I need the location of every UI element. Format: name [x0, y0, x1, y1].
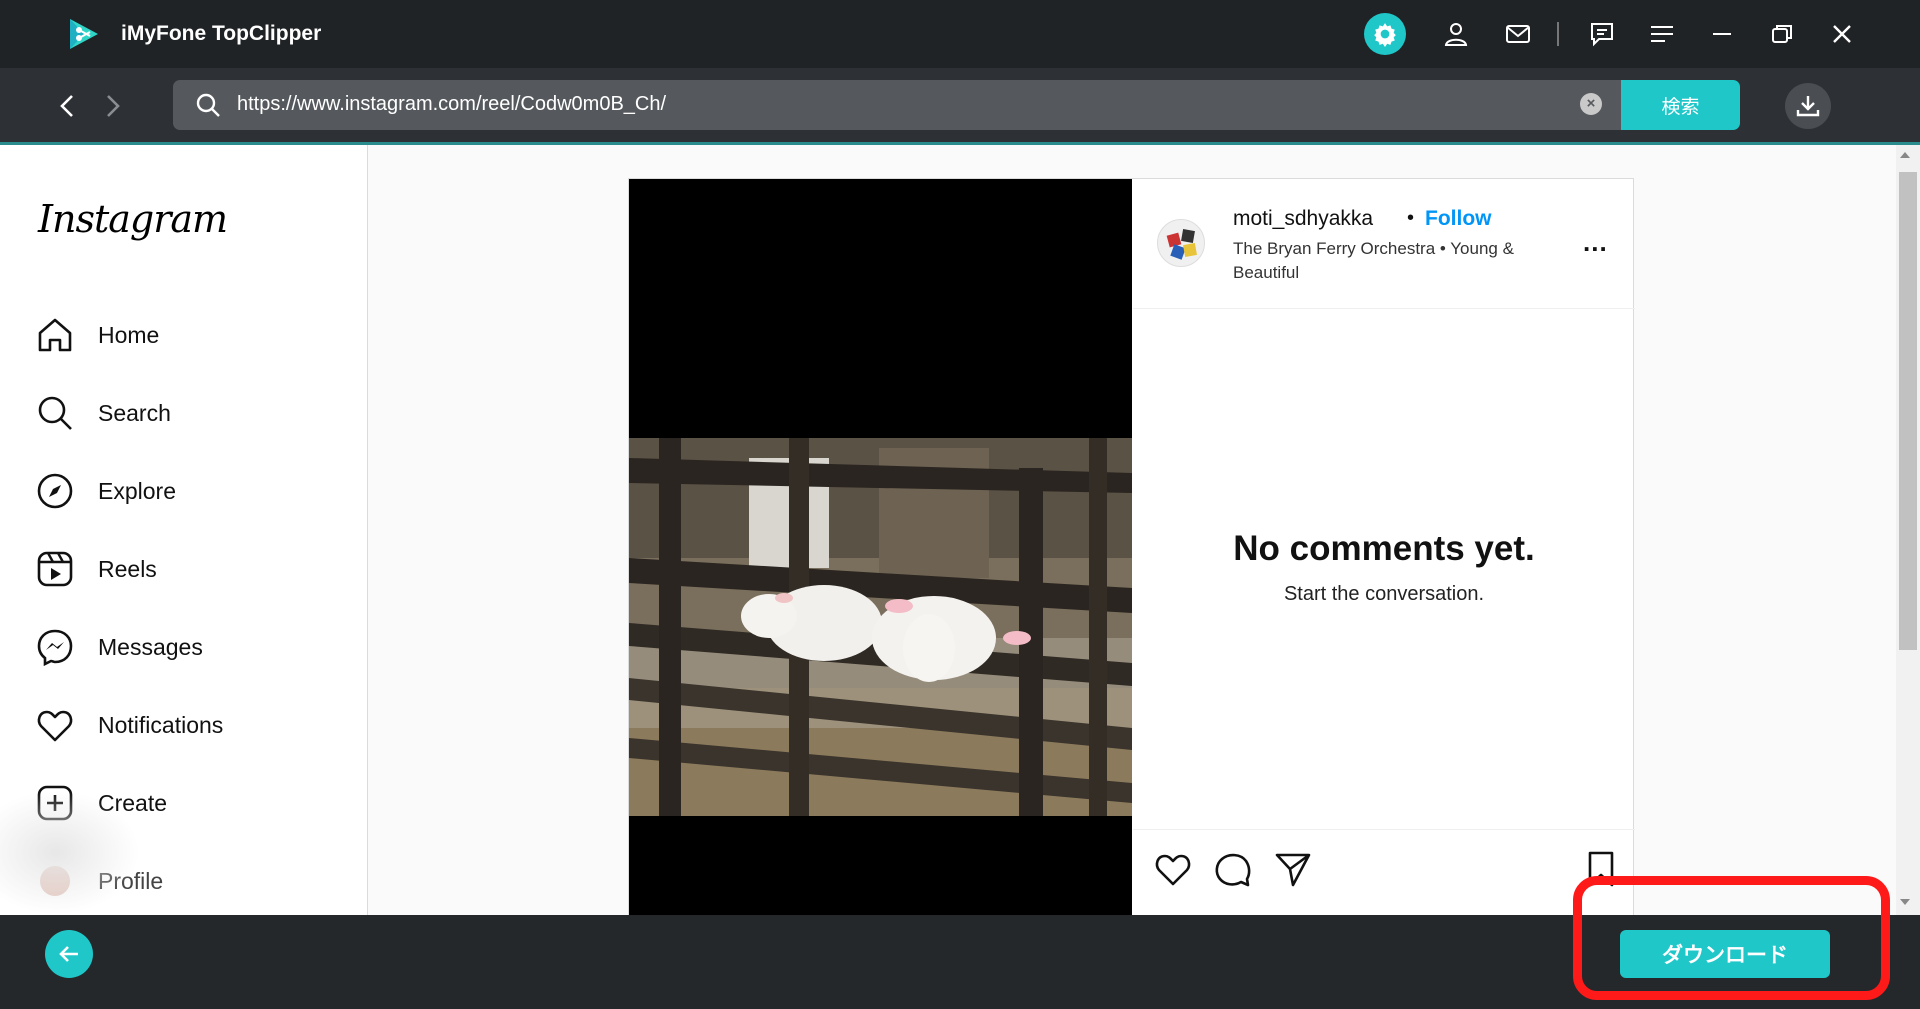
chevron-right-icon: [107, 95, 120, 117]
sidebar-item-label: Messages: [98, 633, 203, 660]
app-title: iMyFone TopClipper: [121, 22, 322, 45]
sidebar-item-home[interactable]: Home: [36, 307, 356, 363]
instagram-logo[interactable]: Instagram: [38, 197, 228, 241]
minimize-icon: [1713, 33, 1731, 35]
search-icon: [38, 396, 72, 430]
minimize-button[interactable]: [1702, 14, 1742, 54]
restore-button[interactable]: [1762, 14, 1802, 54]
forward-nav-button[interactable]: [92, 86, 132, 126]
scroll-up-arrow-icon[interactable]: [1900, 152, 1910, 158]
scrollbar-thumb[interactable]: [1899, 172, 1917, 650]
chevron-left-icon: [60, 95, 73, 117]
reel-video[interactable]: [629, 179, 1132, 915]
user-icon: [1444, 23, 1468, 46]
sidebar-item-label: Notifications: [98, 711, 224, 738]
post-header: moti_sdhyakka • Follow The Bryan Ferry O…: [1133, 179, 1635, 309]
audio-track[interactable]: The Bryan Ferry Orchestra • Young & Beau…: [1233, 237, 1543, 285]
app-logo-icon: [70, 19, 98, 49]
messenger-icon: [37, 629, 73, 666]
download-icon: [1796, 96, 1820, 117]
back-nav-button[interactable]: [48, 86, 88, 126]
title-bar: iMyFone TopClipper: [0, 0, 1920, 68]
scroll-down-arrow-icon[interactable]: [1900, 899, 1910, 905]
separator-dot: •: [1407, 207, 1415, 229]
mail-icon: [1506, 25, 1530, 43]
home-icon: [38, 318, 72, 352]
more-options-icon[interactable]: ...: [1583, 227, 1608, 258]
comment-icon[interactable]: [1213, 849, 1253, 889]
highlight-box: [1573, 876, 1890, 1000]
sidebar-item-explore[interactable]: Explore: [36, 463, 356, 519]
mail-button[interactable]: [1498, 14, 1538, 54]
blur-overlay: [0, 790, 140, 915]
sidebar-item-reels[interactable]: Reels: [36, 541, 356, 597]
actions-divider: [1133, 829, 1635, 830]
restore-icon: [1772, 25, 1792, 43]
close-button[interactable]: [1822, 14, 1862, 54]
clear-icon: ×: [1586, 95, 1596, 112]
gear-icon: [1374, 23, 1396, 47]
reels-icon: [37, 551, 73, 587]
menu-button[interactable]: [1642, 14, 1682, 54]
heart-icon: [37, 710, 73, 742]
reel-post: moti_sdhyakka • Follow The Bryan Ferry O…: [628, 178, 1635, 915]
downloads-button[interactable]: [1785, 83, 1831, 129]
sidebar-item-label: Reels: [98, 555, 157, 582]
toolbar-divider: [1557, 22, 1559, 46]
close-icon: [1833, 25, 1851, 43]
sidebar-item-label: Search: [98, 399, 171, 426]
like-icon[interactable]: [1153, 849, 1193, 889]
goats-photo: [629, 438, 1132, 816]
no-comments-subtitle: Start the conversation.: [1283, 583, 1485, 605]
web-content: Instagram Home Search Explore Reels Mess…: [0, 145, 1920, 915]
chat-icon: [1591, 23, 1613, 47]
sidebar-item-search[interactable]: Search: [36, 385, 356, 441]
compass-icon: [37, 473, 73, 509]
author-avatar[interactable]: [1157, 219, 1205, 267]
url-text[interactable]: https://www.instagram.com/reel/Codw0m0B_…: [237, 93, 666, 116]
back-button[interactable]: [45, 930, 93, 978]
no-comments-title: No comments yet.: [1233, 529, 1535, 568]
follow-button[interactable]: Follow: [1425, 207, 1492, 231]
clear-url-button[interactable]: ×: [1580, 93, 1602, 115]
menu-icon: [1651, 26, 1673, 42]
sidebar-item-messages[interactable]: Messages: [36, 619, 356, 675]
account-button[interactable]: [1436, 14, 1476, 54]
feedback-button[interactable]: [1582, 14, 1622, 54]
sidebar-item-label: Explore: [98, 477, 176, 504]
search-icon: [196, 93, 220, 117]
share-icon[interactable]: [1273, 849, 1313, 889]
sidebar-item-notifications[interactable]: Notifications: [36, 697, 356, 753]
settings-button[interactable]: [1364, 13, 1406, 55]
search-button[interactable]: 検索: [1621, 80, 1740, 130]
author-username[interactable]: moti_sdhyakka: [1233, 207, 1373, 231]
arrow-left-icon: [59, 946, 78, 962]
sidebar-item-label: Home: [98, 321, 160, 348]
author-avatar-image: [1166, 229, 1197, 260]
